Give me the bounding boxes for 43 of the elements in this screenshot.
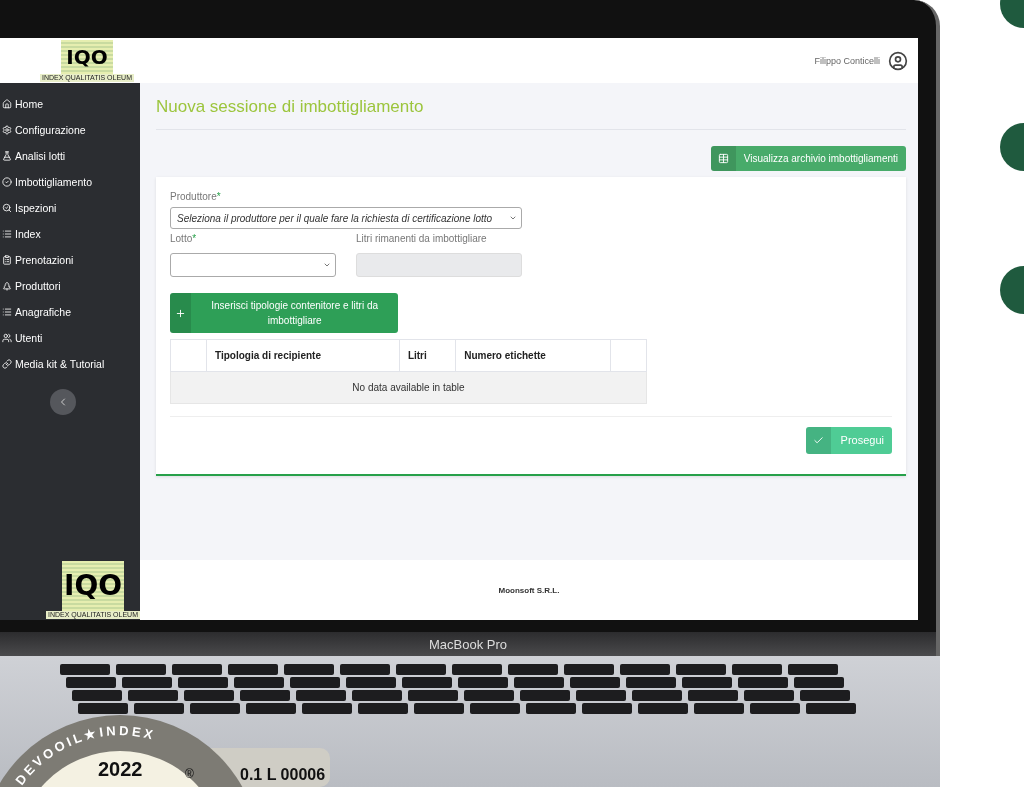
list-icon (2, 229, 12, 239)
gear-icon (2, 125, 12, 135)
footer-logo: IQO (62, 561, 124, 611)
column-header[interactable]: Tipologia di recipiente (206, 339, 400, 372)
sidebar-item[interactable]: Ispezioni (0, 195, 140, 221)
sidebar-item[interactable]: Home (0, 91, 140, 117)
column-header[interactable]: Numero etichette (455, 339, 611, 372)
clipboard-icon (2, 255, 12, 265)
list-icon (2, 307, 12, 317)
column-header[interactable]: Litri (399, 339, 456, 372)
table-icon (717, 153, 729, 164)
company-name: Moonsoft S.R.L. (497, 585, 561, 595)
laptop-model: MacBook Pro (428, 636, 507, 652)
check-icon (812, 434, 824, 446)
sidebar-item[interactable]: Prenotazioni (0, 247, 140, 273)
producer-select[interactable]: Seleziona il produttore per il quale fare la richiesta di certificazione lotto (170, 207, 522, 229)
sidebar-item[interactable]: Anagrafiche (0, 299, 140, 325)
collapse-button[interactable] (50, 389, 76, 415)
field-label: Produttore* (170, 191, 222, 202)
field-label: Litri rimanenti da imbottigliare (356, 233, 488, 244)
field-label: Lotto* (170, 233, 198, 244)
lot-select[interactable] (170, 253, 336, 277)
check-circle-icon (2, 177, 12, 187)
caret-icon (509, 214, 517, 222)
caret-icon (323, 261, 331, 269)
sidebar-item[interactable]: Index (0, 221, 140, 247)
empty-table-message: No data available in table (170, 371, 647, 404)
sidebar-item[interactable]: Utenti (0, 325, 140, 351)
sidebar-item[interactable]: Analisi lotti (0, 143, 140, 169)
logo: IQO (61, 39, 113, 74)
sidebar-item[interactable]: Configurazione (0, 117, 140, 143)
search-icon (2, 203, 12, 213)
sidebar-item[interactable]: Media kit & Tutorial (0, 351, 140, 377)
home-icon (2, 99, 12, 109)
sidebar-item[interactable]: Imbottigliamento (0, 169, 140, 195)
plus-icon (175, 307, 187, 319)
sidebar-item[interactable]: Produttori (0, 273, 140, 299)
user-name: Filippo Conticelli (814, 55, 880, 66)
users-icon (2, 333, 12, 343)
link-icon (2, 359, 12, 369)
page-title: Nuova sessione di imbottigliamento (156, 97, 906, 130)
user-avatar-icon[interactable] (888, 50, 908, 71)
flask-icon (2, 151, 12, 161)
